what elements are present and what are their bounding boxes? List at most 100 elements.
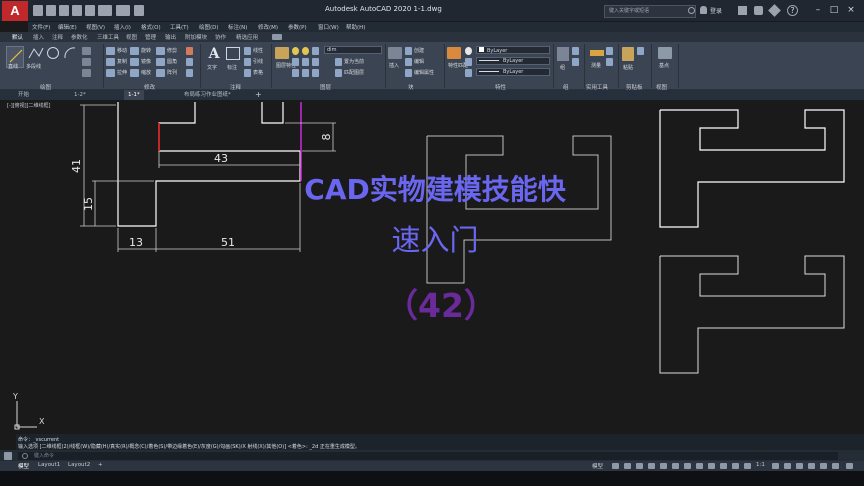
- tab-layout-practice[interactable]: 布局练习作业图纸*: [180, 90, 235, 100]
- text-icon[interactable]: A: [206, 46, 222, 62]
- tab-addins[interactable]: 附加模块: [185, 33, 207, 41]
- set-current-icon[interactable]: [335, 58, 342, 66]
- lineweight-icon[interactable]: [465, 58, 472, 66]
- 3d-osnap-icon[interactable]: [732, 463, 739, 469]
- layer-tool-icon[interactable]: [312, 58, 319, 66]
- add-layout-button[interactable]: +: [98, 462, 103, 468]
- menu-parametric[interactable]: 参数(P): [288, 23, 307, 31]
- app-logo-button[interactable]: A: [2, 1, 28, 21]
- tab-drawing-1-1[interactable]: 1-1*: [124, 90, 144, 100]
- tab-annotate[interactable]: 注释: [52, 33, 63, 41]
- table-icon[interactable]: [244, 69, 251, 77]
- drawing-canvas[interactable]: 41 8 43 15 13 51 Y X: [0, 100, 864, 434]
- ribbon-toggle-icon[interactable]: [272, 34, 282, 40]
- dimension-icon[interactable]: [226, 47, 240, 60]
- copy-label[interactable]: 复制: [117, 58, 127, 65]
- explode-icon[interactable]: [186, 58, 193, 66]
- layer-tool-icon[interactable]: [292, 69, 299, 77]
- layout-tab-layout1[interactable]: Layout1: [38, 462, 60, 468]
- open-icon[interactable]: [46, 5, 56, 16]
- redo-icon[interactable]: [116, 5, 130, 16]
- menu-modify[interactable]: 修改(M): [258, 23, 278, 31]
- rotate-label[interactable]: 旋转: [141, 47, 151, 54]
- polyline-icon[interactable]: [28, 46, 44, 60]
- new-tab-button[interactable]: +: [255, 90, 262, 99]
- match-layer-label[interactable]: 匹配图层: [344, 69, 364, 76]
- layer-sun-icon[interactable]: [302, 47, 309, 55]
- fillet-icon[interactable]: [156, 58, 165, 66]
- menu-window[interactable]: 窗口(W): [318, 23, 339, 31]
- close-button[interactable]: ×: [845, 4, 857, 17]
- layer-properties-icon[interactable]: [275, 47, 289, 59]
- text-tool-label[interactable]: 文字: [207, 64, 217, 71]
- isodraft-icon[interactable]: [660, 463, 667, 469]
- share-icon[interactable]: [134, 5, 144, 16]
- annotation-visibility-icon[interactable]: [744, 463, 751, 469]
- group-tool-icon[interactable]: [572, 58, 579, 66]
- menu-draw[interactable]: 绘图(D): [199, 23, 219, 31]
- tab-collaborate[interactable]: 协作: [215, 33, 226, 41]
- edit-block-icon[interactable]: [405, 58, 412, 66]
- rotate-icon[interactable]: [130, 47, 139, 55]
- boundary-icon[interactable]: [82, 69, 91, 77]
- viewport-controls[interactable]: [-][俯视][二维线框]: [7, 102, 51, 109]
- model-space-label[interactable]: 模型: [592, 462, 603, 470]
- base-view-icon[interactable]: [658, 47, 672, 59]
- maximize-button[interactable]: □: [828, 4, 840, 17]
- create-block-icon[interactable]: [405, 47, 412, 55]
- layer-tool-icon[interactable]: [292, 58, 299, 66]
- gear-icon[interactable]: [772, 463, 779, 469]
- user-icon[interactable]: [700, 6, 707, 14]
- minimize-button[interactable]: –: [812, 4, 824, 17]
- polar-icon[interactable]: [648, 463, 655, 469]
- linetype-dropdown[interactable]: ByLayer: [476, 68, 550, 76]
- menu-dimension[interactable]: 标注(N): [228, 23, 247, 31]
- utility-icon[interactable]: [606, 58, 613, 66]
- trim-label[interactable]: 修剪: [167, 47, 177, 54]
- quick-properties-icon[interactable]: [808, 463, 815, 469]
- match-layer-icon[interactable]: [335, 69, 342, 77]
- units-icon[interactable]: [796, 463, 803, 469]
- a360-icon[interactable]: [754, 6, 763, 15]
- linear-dim-icon[interactable]: [244, 47, 251, 55]
- undo-icon[interactable]: [98, 5, 112, 16]
- transparency-icon[interactable]: [708, 463, 715, 469]
- osnap-icon[interactable]: [684, 463, 691, 469]
- menu-insert[interactable]: 插入(I): [114, 23, 131, 31]
- stretch-icon[interactable]: [106, 69, 115, 77]
- group-tool-icon[interactable]: [572, 47, 579, 55]
- menu-edit[interactable]: 编辑(E): [58, 23, 77, 31]
- match-properties-icon[interactable]: [447, 47, 461, 59]
- tab-featured-apps[interactable]: 精选应用: [236, 33, 258, 41]
- trim-icon[interactable]: [156, 47, 165, 55]
- layout-tab-model[interactable]: 模型: [18, 462, 29, 470]
- erase-icon[interactable]: [186, 47, 193, 55]
- color-dropdown[interactable]: ByLayer: [476, 46, 550, 54]
- circle-icon[interactable]: [46, 46, 60, 60]
- lineweight-dropdown[interactable]: ByLayer: [476, 57, 550, 65]
- measure-icon[interactable]: [590, 50, 604, 56]
- sign-in-link[interactable]: 登录: [710, 6, 722, 15]
- layer-bulb-icon[interactable]: [292, 47, 299, 55]
- new-icon[interactable]: [33, 5, 43, 16]
- array-label[interactable]: 阵列: [167, 69, 177, 76]
- scale-label[interactable]: 缩放: [141, 69, 151, 76]
- menu-view[interactable]: 视图(V): [86, 23, 105, 31]
- arc-icon[interactable]: [63, 46, 77, 60]
- insert-block-label[interactable]: 插入: [389, 62, 399, 69]
- layer-tool-icon[interactable]: [302, 69, 309, 77]
- insert-block-icon[interactable]: [388, 47, 402, 59]
- command-search-icon[interactable]: [22, 453, 28, 459]
- tab-manage[interactable]: 管理: [145, 33, 156, 41]
- table-label[interactable]: 表格: [253, 69, 263, 76]
- menu-help[interactable]: 帮助(H): [346, 23, 365, 31]
- utility-icon[interactable]: [606, 47, 613, 55]
- tab-parametric[interactable]: 参数化: [71, 33, 88, 41]
- osnap-tracking-icon[interactable]: [672, 463, 679, 469]
- group-icon[interactable]: [557, 47, 569, 61]
- paste-label[interactable]: 粘贴: [623, 64, 633, 71]
- edit-attributes-icon[interactable]: [405, 69, 412, 77]
- tab-3d-tools[interactable]: 三维工具: [97, 33, 119, 41]
- snap-icon[interactable]: [624, 463, 631, 469]
- copy-icon[interactable]: [106, 58, 115, 66]
